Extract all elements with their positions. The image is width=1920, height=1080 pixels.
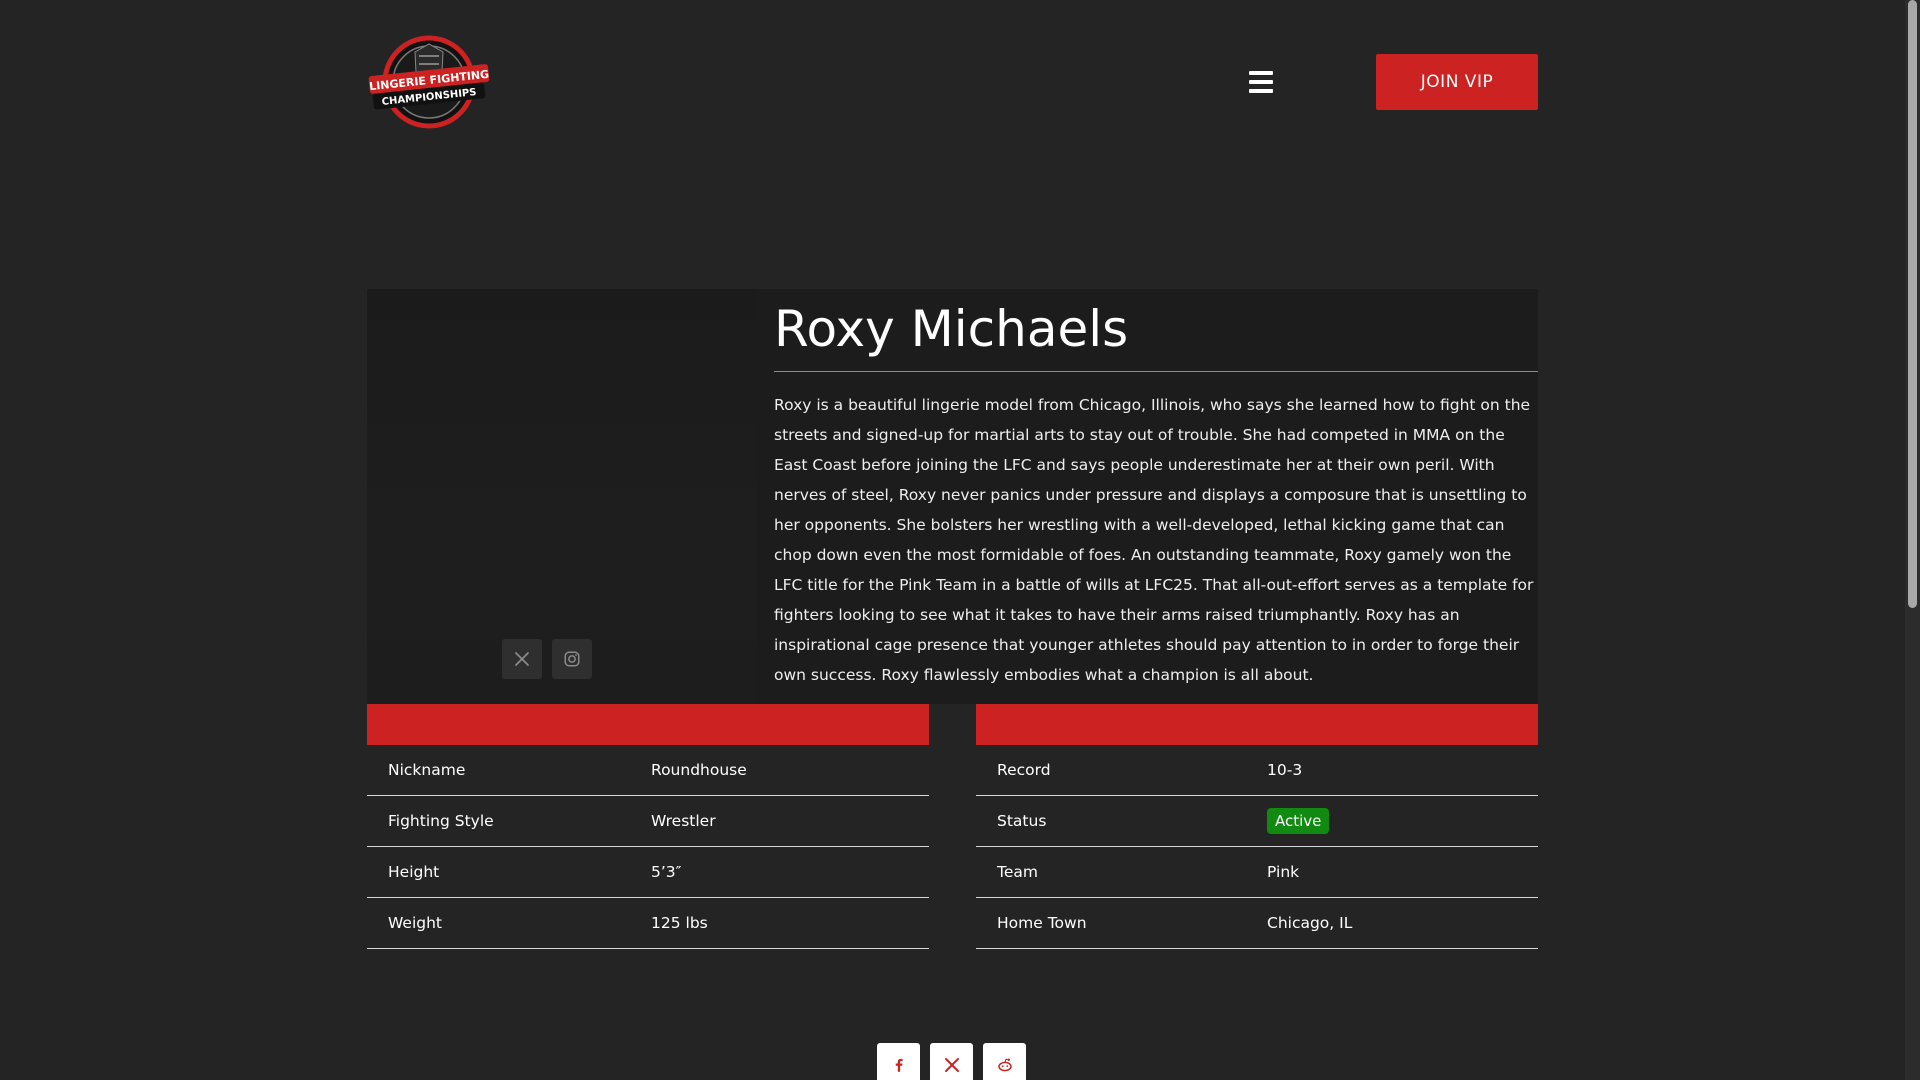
x-icon[interactable] [502, 639, 542, 679]
stat-value: Pink [1267, 863, 1300, 881]
stat-label: Height [388, 863, 440, 881]
stat-value: 125 lbs [651, 914, 708, 932]
stat-label: Record [997, 761, 1051, 779]
join-vip-button[interactable]: JOIN VIP [1376, 54, 1538, 110]
table-row: Nickname Roundhouse [367, 745, 929, 796]
share-bar [877, 1043, 1026, 1080]
table-row: Team Pink [976, 847, 1538, 898]
stat-value: 5’3″ [651, 863, 682, 881]
x-icon[interactable] [930, 1043, 973, 1080]
stats-table-header [367, 704, 929, 745]
stat-value-cell: Active [1267, 808, 1538, 834]
fighter-social-links [502, 639, 592, 679]
table-row: Height 5’3″ [367, 847, 929, 898]
stats-table-right: Record 10-3 Status Active Team Pink Home… [976, 704, 1538, 949]
stat-label: Weight [388, 914, 443, 932]
stat-label: Home Town [997, 914, 1087, 932]
table-row: Weight 125 lbs [367, 898, 929, 949]
logo-graphic: LINGERIE FIGHTING CHAMPIONSHIPS [369, 35, 490, 129]
table-row: Status Active [976, 796, 1538, 847]
table-row: Fighting Style Wrestler [367, 796, 929, 847]
menu-bar [1249, 80, 1273, 84]
page: LINGERIE FIGHTING CHAMPIONSHIPS JOIN VIP… [0, 0, 1920, 1080]
page-scrollbar[interactable] [1905, 0, 1920, 1080]
table-row: Home Town Chicago, IL [976, 898, 1538, 949]
fighter-photo [367, 289, 757, 704]
stat-label: Team [997, 863, 1038, 881]
reddit-icon[interactable] [983, 1043, 1026, 1080]
stat-label: Status [997, 812, 1047, 830]
table-row: Record 10-3 [976, 745, 1538, 796]
status-badge: Active [1267, 808, 1330, 834]
stat-label: Nickname [388, 761, 466, 779]
stat-value: Wrestler [651, 812, 716, 830]
stat-value: Chicago, IL [1267, 914, 1353, 932]
scrollbar-thumb[interactable] [1908, 0, 1917, 608]
menu-bar [1249, 89, 1273, 93]
fighter-name: Roxy Michaels [774, 299, 1538, 372]
instagram-icon[interactable] [552, 639, 592, 679]
fighter-profile-panel: Roxy Michaels Roxy is a beautiful linger… [367, 289, 1538, 704]
stat-value: Roundhouse [651, 761, 747, 779]
stat-label: Fighting Style [388, 812, 494, 830]
stat-value: 10-3 [1267, 761, 1303, 779]
stats-table-left: Nickname Roundhouse Fighting Style Wrest… [367, 704, 929, 949]
stats-table-header [976, 704, 1538, 745]
site-logo[interactable]: LINGERIE FIGHTING CHAMPIONSHIPS [367, 34, 491, 130]
fighter-bio: Roxy is a beautiful lingerie model from … [774, 396, 1534, 684]
menu-bar [1249, 71, 1273, 75]
facebook-icon[interactable] [877, 1043, 920, 1080]
hamburger-menu-icon[interactable] [1249, 71, 1273, 93]
